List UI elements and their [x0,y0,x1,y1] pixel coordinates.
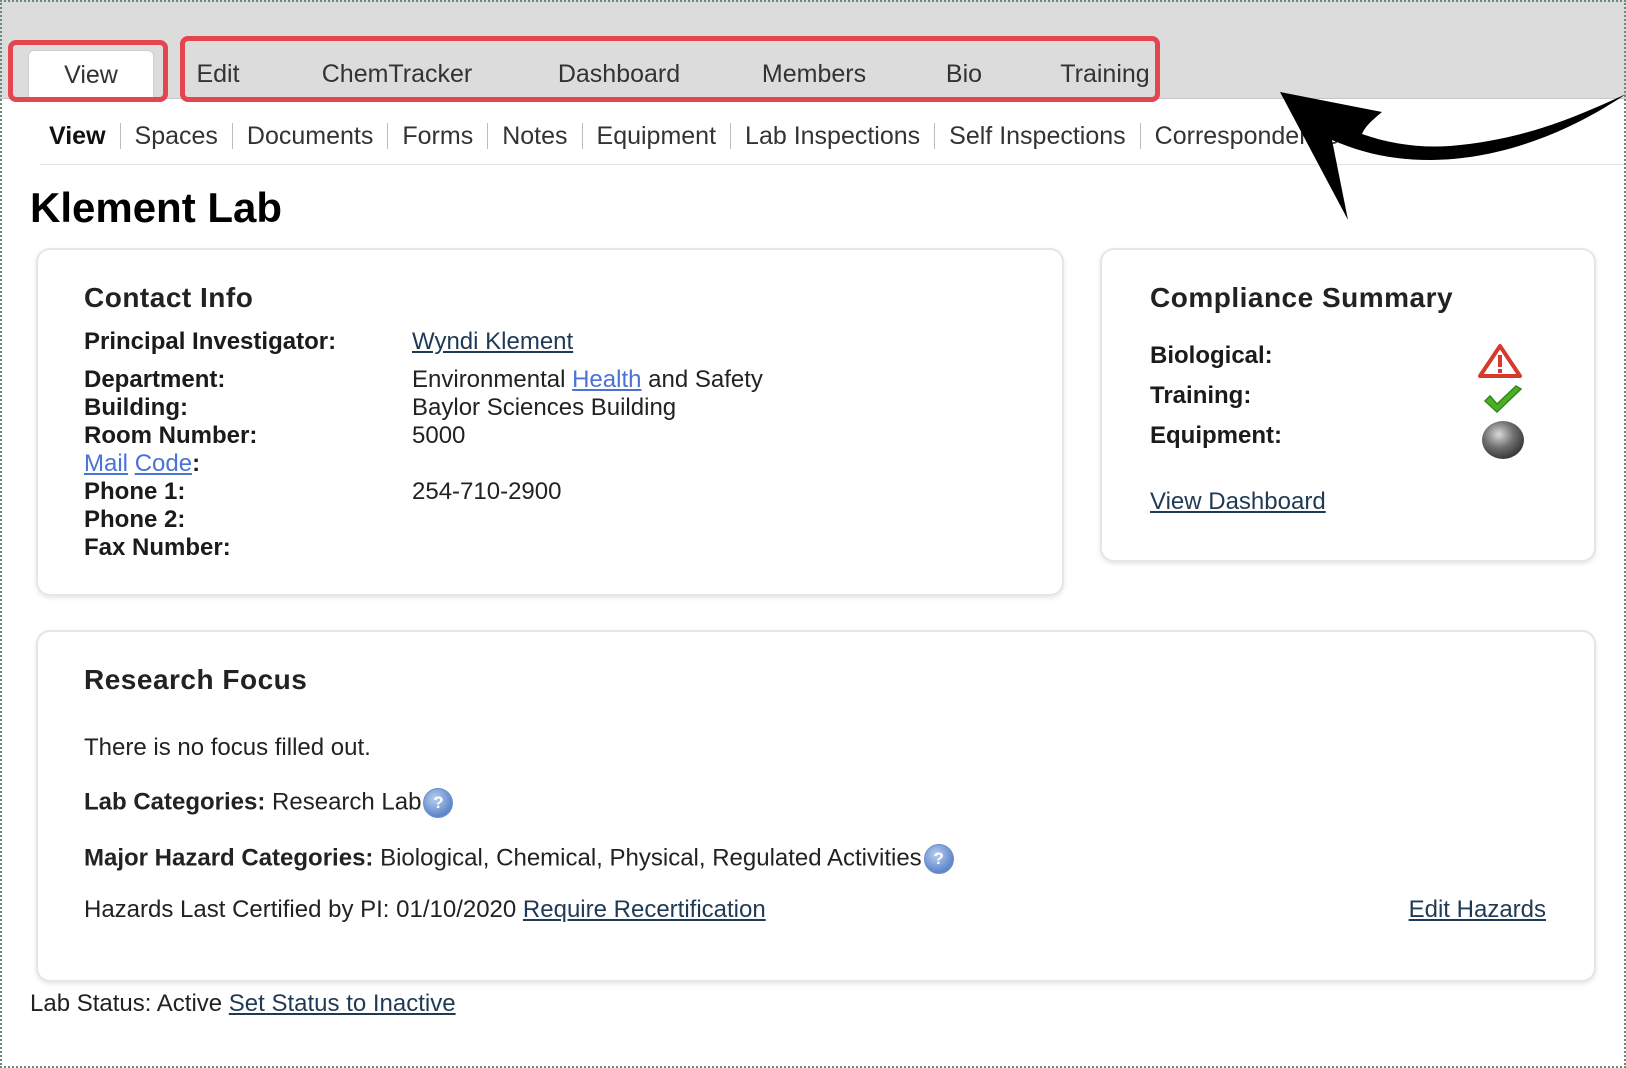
fax-number-label: Fax Number: [84,534,231,561]
compliance-training-label: Training: [1150,382,1252,409]
view-tab-highlight [8,40,168,102]
compliance-biological-label: Biological: [1150,342,1273,369]
building-value: Baylor Sciences Building [412,394,677,421]
department-value: Environmental Health and Safety [412,366,763,394]
hazard-categories-label: Major Hazard Categories: [84,844,374,872]
health-link[interactable]: Health [572,366,641,393]
department-text-1: Environmental [412,366,566,393]
compliance-summary-card: Compliance Summary Biological: Training:… [1100,248,1596,562]
subnav-self-inspections[interactable]: Self Inspections [934,123,1140,149]
research-focus-card: Research Focus There is no focus filled … [36,630,1596,982]
pi-label: Principal Investigator: [84,328,337,355]
edit-hazards-link[interactable]: Edit Hazards [1409,896,1546,923]
room-number-label: Room Number: [84,422,258,449]
contact-info-card: Contact Info Principal Investigator: Wyn… [36,248,1064,596]
tabs-group-highlight [180,36,1160,102]
help-icon[interactable]: ? [423,788,454,818]
compliance-equipment-label: Equipment: [1150,422,1282,449]
warning-icon [1478,344,1522,378]
subnav-lab-inspections[interactable]: Lab Inspections [730,123,934,149]
set-status-inactive-link[interactable]: Set Status to Inactive [229,990,456,1017]
lab-categories-row: Lab Categories: Research Lab? [84,788,454,818]
subnav-equipment[interactable]: Equipment [581,123,731,149]
help-icon[interactable]: ? [923,844,954,874]
lab-categories-label: Lab Categories: [84,788,266,816]
gray-dot-icon [1482,421,1524,459]
contact-info-title: Contact Info [84,282,254,313]
subnav-forms[interactable]: Forms [387,123,487,149]
building-label: Building: [84,394,188,421]
phone2-label: Phone 2: [84,506,186,533]
subnav-notes[interactable]: Notes [487,123,581,149]
mail-link[interactable]: Mail [84,450,128,477]
sub-navigation: View Spaces Documents Forms Notes Equipm… [47,116,1354,156]
hazards-certified-row: Hazards Last Certified by PI: 01/10/2020… [84,896,766,924]
subnav-spaces[interactable]: Spaces [119,123,232,149]
lab-status-text: Lab Status: Active [30,990,223,1017]
no-focus-text: There is no focus filled out. [84,734,371,761]
pi-link[interactable]: Wyndi Klement [412,328,573,355]
hazard-categories-row: Major Hazard Categories: Biological, Che… [84,844,954,874]
curved-arrow-icon [1280,92,1626,220]
room-number-value: 5000 [412,422,466,449]
code-link[interactable]: Code [135,450,192,477]
phone1-value: 254-710-2900 [412,478,562,505]
subnav-view[interactable]: View [47,123,120,149]
hazards-certified-text: Hazards Last Certified by PI: 01/10/2020 [84,896,517,923]
hazard-categories-value: Biological, Chemical, Physical, Regulate… [380,844,922,872]
department-label: Department: [84,366,226,393]
phone1-label: Phone 1: [84,478,186,505]
compliance-title: Compliance Summary [1150,282,1454,313]
page-title: Klement Lab [30,184,283,231]
lab-categories-value: Research Lab [272,788,422,816]
require-recertification-link[interactable]: Require Recertification [523,896,766,923]
mail-code-label: Mail Code: [84,450,201,477]
department-text-2: and Safety [648,366,763,393]
view-dashboard-link[interactable]: View Dashboard [1150,488,1326,515]
lab-status-row: Lab Status: Active Set Status to Inactiv… [30,990,456,1018]
research-focus-title: Research Focus [84,664,308,695]
check-icon [1483,385,1523,414]
subnav-documents[interactable]: Documents [231,123,387,149]
